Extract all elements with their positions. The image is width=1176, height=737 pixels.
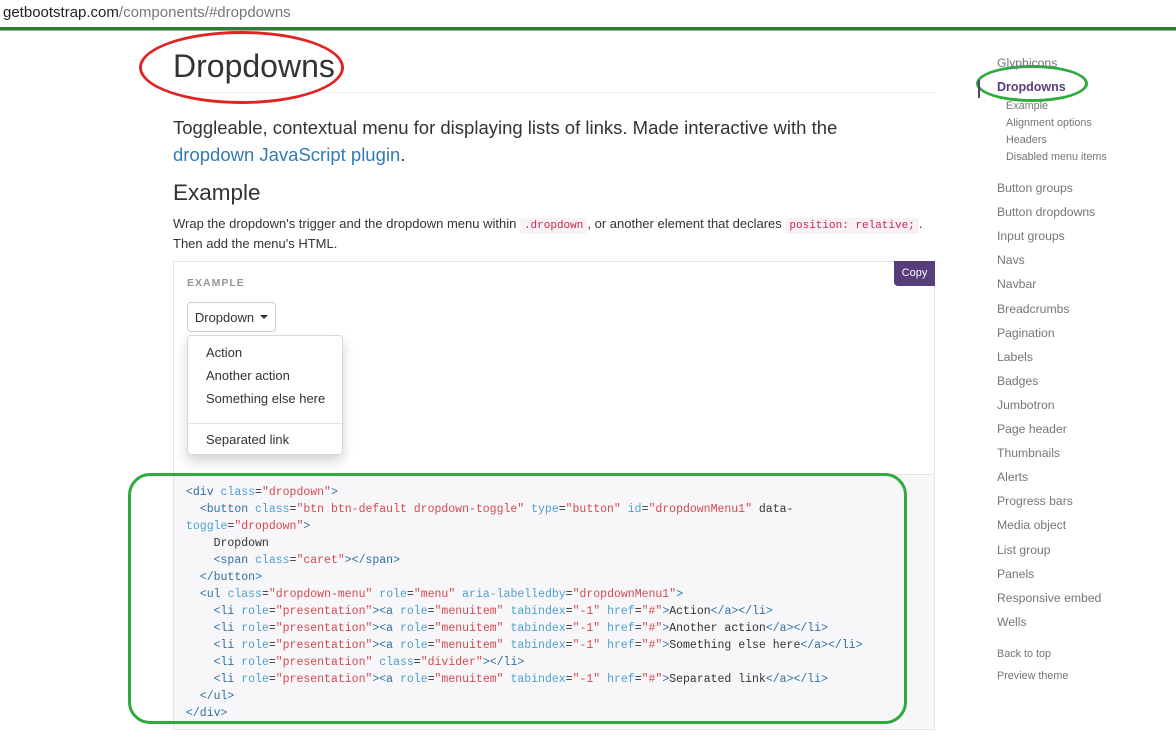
dropdown-menu: Action Another action Something else her… — [187, 335, 343, 455]
section-heading: Example — [173, 180, 261, 205]
menu-item-action[interactable]: Action — [206, 345, 242, 360]
copy-button[interactable]: Copy — [894, 261, 935, 286]
para-text-1: Wrap the dropdown's trigger and the drop… — [173, 216, 520, 231]
code-line: </button> — [199, 571, 262, 584]
lead-end: . — [400, 144, 406, 165]
back-to-top-link[interactable]: Back to top — [997, 648, 1051, 660]
code-line: <span class="caret"></span> — [213, 554, 400, 567]
description-paragraph: Wrap the dropdown's trigger and the drop… — [173, 215, 935, 253]
sidebar-item-breadcrumbs[interactable]: Breadcrumbs — [997, 302, 1069, 316]
sidebar-item-glyphicons[interactable]: Glyphicons — [997, 56, 1057, 70]
menu-item-separated-link[interactable]: Separated link — [206, 432, 289, 447]
sidebar-item-input-groups[interactable]: Input groups — [997, 229, 1065, 243]
code-block: <div class="dropdown"> <button class="bt… — [173, 474, 935, 730]
code-line: <ul class="dropdown-menu" role="menu" ar… — [199, 588, 684, 601]
para-text-2: , or another element that declares — [587, 216, 786, 231]
address-bar[interactable]: getbootstrap.com/components/#dropdowns — [0, 0, 1176, 30]
sidebar-item-thumbnails[interactable]: Thumbnails — [997, 446, 1060, 460]
lead-paragraph: Toggleable, contextual menu for displayi… — [173, 114, 873, 168]
example-label: EXAMPLE — [187, 277, 245, 289]
url-path: /components/#dropdowns — [118, 4, 291, 21]
sidebar-item-button-dropdowns[interactable]: Button dropdowns — [997, 205, 1095, 219]
page-title: Dropdowns — [173, 48, 335, 84]
url-text[interactable]: getbootstrap.com/components/#dropdowns — [3, 4, 291, 21]
example-box: EXAMPLE Copy Dropdown Action Another act… — [173, 261, 935, 475]
sidebar-item-badges[interactable]: Badges — [997, 374, 1038, 388]
sidebar-item-responsive-embed[interactable]: Responsive embed — [997, 591, 1101, 605]
menu-divider — [188, 423, 342, 424]
sidebar-sub-headers[interactable]: Headers — [1006, 134, 1047, 146]
sidebar-sub-disabled[interactable]: Disabled menu items — [1006, 151, 1107, 163]
inline-code-dropdown: .dropdown — [519, 218, 588, 234]
sidebar-item-alerts[interactable]: Alerts — [997, 470, 1028, 484]
sidebar-sub-example[interactable]: Example — [1006, 100, 1048, 112]
sidebar-item-media-object[interactable]: Media object — [997, 518, 1066, 532]
code-line: <li role="presentation"><a role="menuite… — [213, 622, 828, 635]
lead-text: Toggleable, contextual menu for displayi… — [173, 117, 838, 138]
code-line: </div> — [186, 707, 228, 720]
code-line: <li role="presentation" class="divider">… — [213, 656, 525, 669]
preview-theme-link[interactable]: Preview theme — [997, 670, 1068, 682]
sidebar-item-pagination[interactable]: Pagination — [997, 326, 1055, 340]
code-line: <div class="dropdown"> — [186, 486, 338, 499]
code-line: <li role="presentation"><a role="menuite… — [213, 605, 773, 618]
active-indicator — [978, 80, 980, 98]
dropdown-toggle-label: Dropdown — [194, 309, 255, 325]
sidebar-item-page-header[interactable]: Page header — [997, 422, 1067, 436]
sidebar-item-progress-bars[interactable]: Progress bars — [997, 494, 1073, 508]
sidebar-item-dropdowns[interactable]: Dropdowns — [997, 80, 1066, 94]
sidebar-sub-alignment[interactable]: Alignment options — [1006, 117, 1092, 129]
sidebar-item-panels[interactable]: Panels — [997, 567, 1034, 581]
plugin-link[interactable]: dropdown JavaScript plugin — [173, 144, 400, 165]
menu-item-another-action[interactable]: Another action — [206, 368, 290, 383]
sidebar-item-navbar[interactable]: Navbar — [997, 277, 1036, 291]
caret-down-icon — [260, 315, 269, 319]
sidebar-item-navs[interactable]: Navs — [997, 253, 1025, 267]
code-listing: <div class="dropdown"> <button class="bt… — [186, 484, 862, 722]
menu-item-something-else[interactable]: Something else here — [206, 391, 325, 406]
code-line: toggle="dropdown"> — [186, 520, 311, 533]
code-line: </ul> — [199, 690, 235, 703]
sidebar-item-jumbotron[interactable]: Jumbotron — [997, 398, 1055, 412]
sidebar-item-wells[interactable]: Wells — [997, 615, 1027, 629]
title-divider — [173, 92, 935, 93]
code-line: <li role="presentation"><a role="menuite… — [213, 673, 828, 686]
sidebar-item-list-group[interactable]: List group — [997, 543, 1051, 557]
code-line: <li role="presentation"><a role="menuite… — [213, 639, 863, 652]
url-host: getbootstrap.com — [3, 4, 119, 21]
dropdown-toggle-button[interactable]: Dropdown — [187, 302, 276, 332]
sidebar-item-button-groups[interactable]: Button groups — [997, 181, 1073, 195]
inline-code-position: position: relative; — [785, 218, 919, 234]
code-line: <button class="btn btn-default dropdown-… — [199, 503, 794, 516]
code-line: Dropdown — [186, 537, 269, 550]
sidebar-item-labels[interactable]: Labels — [997, 350, 1033, 364]
